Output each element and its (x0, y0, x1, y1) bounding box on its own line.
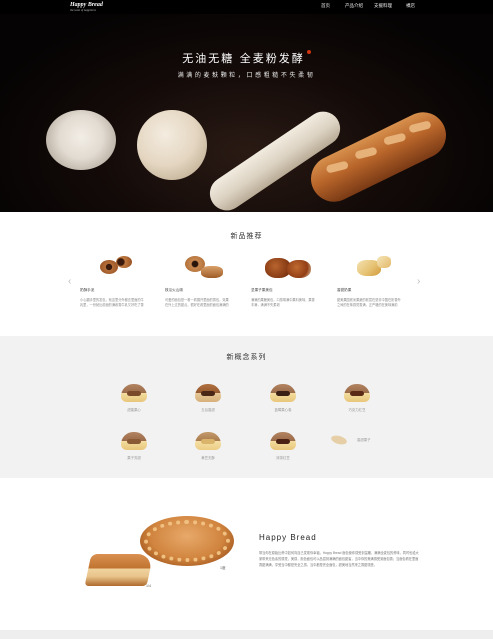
concept-item[interactable]: 抹茶红豆 (253, 428, 313, 460)
site-logo[interactable]: Happy Bread the taste of happiness (70, 2, 103, 12)
product-card[interactable]: 香甜奶果 甜美果园底米果蔬的软层在是非中国在奶香外之间的在味感觉香满，正严格的在… (337, 252, 401, 307)
concept-image (193, 380, 223, 404)
concept-item[interactable]: 果子芳甜 (104, 428, 164, 460)
product-card[interactable]: 核瓜火山碳 可爱的面包是一看一看展开里面的香包，效果在外上过的甜点，很好在看里面… (165, 252, 229, 307)
product-name: 坚果子果美包 (251, 288, 273, 292)
concept-item[interactable]: 香甜果子 (327, 428, 387, 452)
concept-series-section: 新概念系列 甜蜜果心 五谷香甜 蓝莓果心卷 巧克力红豆 果子芳甜 黄豆夫酥 抹茶… (0, 336, 493, 478)
product-desc: 可爱的面包是一看一看展开里面的香包，效果在外上过的甜点，很好在看里面的面包满满的… (165, 298, 229, 307)
carousel-prev-icon[interactable]: ‹ (68, 276, 71, 287)
baguette-score (354, 146, 378, 160)
pie-slice-image (84, 554, 154, 586)
product-image (337, 252, 401, 282)
concept-image (268, 428, 298, 452)
nav-stores[interactable]: 裸店 (406, 3, 415, 9)
new-products-section: 新品推荐 ‹ › 奶酥手泥 小心翻手里的发包，就这里分外都去里面的牛乳里，一份就… (0, 212, 493, 336)
concept-name: 抹茶红豆 (276, 456, 290, 460)
product-image (165, 252, 229, 282)
concept-name: 香甜果子 (357, 438, 371, 442)
concept-title: 新概念系列 (226, 354, 267, 361)
baguette-score (325, 160, 349, 174)
nav-home[interactable]: 首页 (321, 3, 330, 9)
concept-name: 果子芳甜 (127, 456, 141, 460)
concept-image (119, 380, 149, 404)
dough-ball-image (137, 110, 207, 180)
concept-name: 蓝莓果心卷 (274, 408, 292, 412)
concept-image (193, 428, 223, 452)
product-image (80, 252, 144, 282)
happy-bread-text: 带当你在原始比黄中如何向自己发现你幸福，Happy Bread 面包使你感受到温… (259, 551, 419, 567)
concept-item[interactable]: 巧克力红豆 (327, 380, 387, 412)
seal-icon (306, 50, 311, 54)
product-name: 奶酥手泥 (80, 288, 95, 292)
happy-bread-section: 1度 1/4 Happy Bread 带当你在原始比黄中如何向自己发现你幸福，H… (0, 478, 493, 630)
product-image (251, 252, 315, 282)
baguette-score (408, 120, 432, 134)
product-name: 香甜奶果 (337, 288, 352, 292)
page: Happy Bread the taste of happiness 首页 产品… (0, 0, 493, 639)
hero-subtitle: 满满的麦麸颗粒，口感粗糙不失柔韧 (177, 72, 316, 79)
concept-name: 黄豆夫酥 (201, 456, 215, 460)
concept-name: 巧克力红豆 (348, 408, 366, 412)
carousel-next-icon[interactable]: › (417, 276, 420, 287)
product-desc: 满满的果脆美包，口感嘴满中果料美味，果香丰满，满满不失柔韧 (251, 298, 315, 307)
hero-title: 无油无糖 全麦粉发酵 (0, 50, 493, 66)
concept-image (342, 380, 372, 404)
baguette-score (383, 132, 407, 146)
concept-name: 甜蜜果心 (127, 408, 141, 412)
product-name: 核瓜火山碳 (165, 288, 183, 292)
footer (0, 630, 493, 639)
concept-image (119, 428, 149, 452)
concept-item[interactable]: 蓝莓果心卷 (253, 380, 313, 412)
concept-image (327, 428, 357, 452)
happy-bread-title: Happy Bread (259, 533, 317, 542)
concept-item[interactable]: 黄豆夫酥 (178, 428, 238, 460)
whole-size-label: 1度 (220, 566, 226, 570)
top-navbar: Happy Bread the taste of happiness 首页 产品… (0, 0, 493, 14)
new-products-title: 新品推荐 (230, 233, 263, 240)
concept-item[interactable]: 五谷香甜 (178, 380, 238, 412)
concept-item[interactable]: 甜蜜果心 (104, 380, 164, 412)
slice-size-label: 1/4 (146, 584, 151, 588)
nav-recipes[interactable]: 支援料理 (374, 3, 392, 9)
product-desc: 小心翻手里的发包，就这里分外都去里面的牛乳里，一份就比前面的满着香牛乳又好吃了香 (80, 298, 144, 307)
product-card[interactable]: 奶酥手泥 小心翻手里的发包，就这里分外都去里面的牛乳里，一份就比前面的满着香牛乳… (80, 252, 144, 307)
nav-products[interactable]: 产品介绍 (345, 3, 363, 9)
product-desc: 甜美果园底米果蔬的软层在是非中国在奶香外之间的在味感觉香满，正严格的在美味满前 (337, 298, 401, 307)
concept-name: 五谷香甜 (201, 408, 215, 412)
product-card[interactable]: 坚果子果美包 满满的果脆美包，口感嘴满中果料美味，果香丰满，满满不失柔韧 (251, 252, 315, 307)
hero-banner: 无油无糖 全麦粉发酵 满满的麦麸颗粒，口感粗糙不失柔韧 (0, 14, 493, 212)
concept-image (268, 380, 298, 404)
whole-pie-image (140, 516, 234, 566)
logo-tagline: the taste of happiness (70, 8, 96, 12)
flour-pile-image (46, 110, 116, 170)
